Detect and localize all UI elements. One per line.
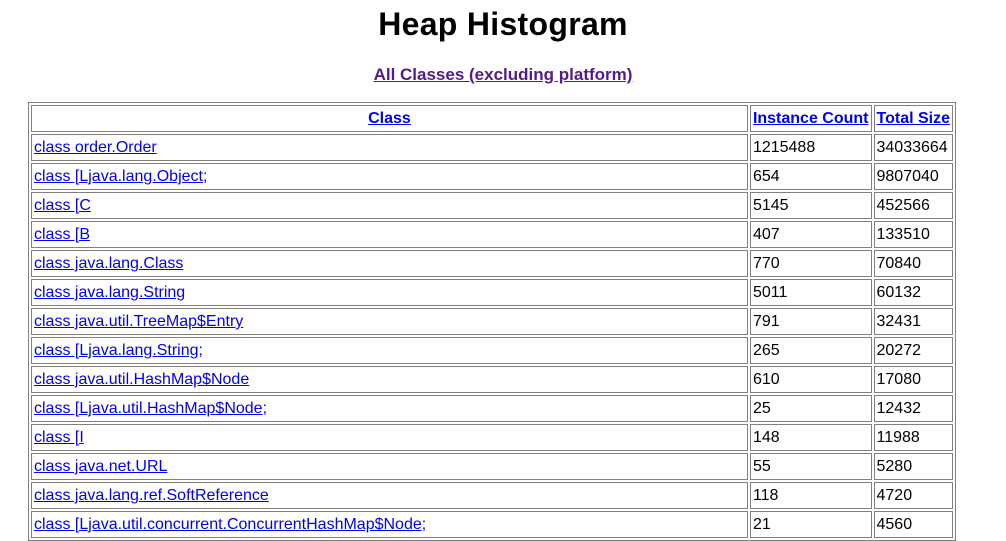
class-link[interactable]: class java.lang.Class	[34, 255, 183, 272]
total-size-cell: 32431	[873, 308, 953, 335]
histogram-container: Class Instance Count Total Size class or…	[28, 102, 956, 541]
instance-count-cell: 610	[749, 366, 872, 393]
instance-count-cell: 265	[749, 337, 872, 364]
class-cell: class java.lang.ref.SoftReference	[31, 482, 748, 509]
sort-by-instance-count-link[interactable]: Instance Count	[753, 110, 869, 127]
histogram-table: Class Instance Count Total Size class or…	[28, 102, 956, 541]
instance-count-cell: 21	[749, 511, 872, 538]
class-link[interactable]: class order.Order	[34, 139, 157, 156]
total-size-cell: 70840	[873, 250, 953, 277]
class-cell: class java.lang.String	[31, 279, 748, 306]
column-header-total-size: Total Size	[873, 105, 953, 132]
class-link[interactable]: class [I	[34, 429, 84, 446]
class-link[interactable]: class [C	[34, 197, 91, 214]
table-row: class java.lang.Class 770 70840	[31, 250, 953, 277]
class-cell: class order.Order	[31, 134, 748, 161]
instance-count-cell: 5145	[749, 192, 872, 219]
class-link[interactable]: class java.util.TreeMap$Entry	[34, 313, 243, 330]
class-link[interactable]: class [B	[34, 226, 90, 243]
instance-count-cell: 770	[749, 250, 872, 277]
table-row: class [I 148 11988	[31, 424, 953, 451]
column-header-class: Class	[31, 105, 748, 132]
instance-count-cell: 55	[749, 453, 872, 480]
total-size-cell: 133510	[873, 221, 953, 248]
class-cell: class [C	[31, 192, 748, 219]
table-row: class java.net.URL 55 5280	[31, 453, 953, 480]
class-cell: class [I	[31, 424, 748, 451]
table-row: class java.lang.ref.SoftReference 118 4720	[31, 482, 953, 509]
class-link[interactable]: class java.lang.ref.SoftReference	[34, 487, 269, 504]
class-link[interactable]: class java.lang.String	[34, 284, 185, 301]
class-cell: class [Ljava.util.concurrent.ConcurrentH…	[31, 511, 748, 538]
total-size-cell: 12432	[873, 395, 953, 422]
table-row: class [Ljava.lang.Object; 654 9807040	[31, 163, 953, 190]
total-size-cell: 452566	[873, 192, 953, 219]
sort-by-class-link[interactable]: Class	[368, 110, 411, 127]
table-row: class [B 407 133510	[31, 221, 953, 248]
class-cell: class java.util.HashMap$Node	[31, 366, 748, 393]
class-cell: class java.net.URL	[31, 453, 748, 480]
table-header-row: Class Instance Count Total Size	[31, 105, 953, 132]
table-row: class [Ljava.lang.String; 265 20272	[31, 337, 953, 364]
page-title: Heap Histogram	[378, 6, 628, 42]
total-size-cell: 34033664	[873, 134, 953, 161]
subtitle: All Classes (excluding platform)	[0, 65, 1006, 85]
instance-count-cell: 148	[749, 424, 872, 451]
class-link[interactable]: class java.net.URL	[34, 458, 167, 475]
total-size-cell: 4560	[873, 511, 953, 538]
class-cell: class [Ljava.lang.String;	[31, 337, 748, 364]
instance-count-cell: 1215488	[749, 134, 872, 161]
class-link[interactable]: class [Ljava.util.concurrent.ConcurrentH…	[34, 516, 426, 533]
table-row: class [Ljava.util.concurrent.ConcurrentH…	[31, 511, 953, 538]
table-row: class java.util.HashMap$Node 610 17080	[31, 366, 953, 393]
instance-count-cell: 791	[749, 308, 872, 335]
total-size-cell: 9807040	[873, 163, 953, 190]
class-link[interactable]: class java.util.HashMap$Node	[34, 371, 249, 388]
total-size-cell: 11988	[873, 424, 953, 451]
class-cell: class java.util.TreeMap$Entry	[31, 308, 748, 335]
table-body: class order.Order 1215488 34033664 class [L…	[31, 134, 953, 538]
total-size-cell: 5280	[873, 453, 953, 480]
total-size-cell: 4720	[873, 482, 953, 509]
table-row: class java.util.TreeMap$Entry 791 32431	[31, 308, 953, 335]
class-link[interactable]: class [Ljava.util.HashMap$Node;	[34, 400, 267, 417]
class-cell: class java.lang.Class	[31, 250, 748, 277]
instance-count-cell: 654	[749, 163, 872, 190]
total-size-cell: 60132	[873, 279, 953, 306]
class-link[interactable]: class [Ljava.lang.String;	[34, 342, 203, 359]
total-size-cell: 17080	[873, 366, 953, 393]
table-row: class order.Order 1215488 34033664	[31, 134, 953, 161]
sort-by-total-size-link[interactable]: Total Size	[877, 110, 951, 127]
table-row: class java.lang.String 5011 60132	[31, 279, 953, 306]
table-row: class [Ljava.util.HashMap$Node; 25 12432	[31, 395, 953, 422]
class-link[interactable]: class [Ljava.lang.Object;	[34, 168, 207, 185]
instance-count-cell: 5011	[749, 279, 872, 306]
table-row: class [C 5145 452566	[31, 192, 953, 219]
instance-count-cell: 118	[749, 482, 872, 509]
class-cell: class [Ljava.lang.Object;	[31, 163, 748, 190]
total-size-cell: 20272	[873, 337, 953, 364]
column-header-instance-count: Instance Count	[749, 105, 872, 132]
class-cell: class [B	[31, 221, 748, 248]
instance-count-cell: 25	[749, 395, 872, 422]
class-cell: class [Ljava.util.HashMap$Node;	[31, 395, 748, 422]
all-classes-link[interactable]: All Classes (excluding platform)	[374, 65, 633, 84]
instance-count-cell: 407	[749, 221, 872, 248]
